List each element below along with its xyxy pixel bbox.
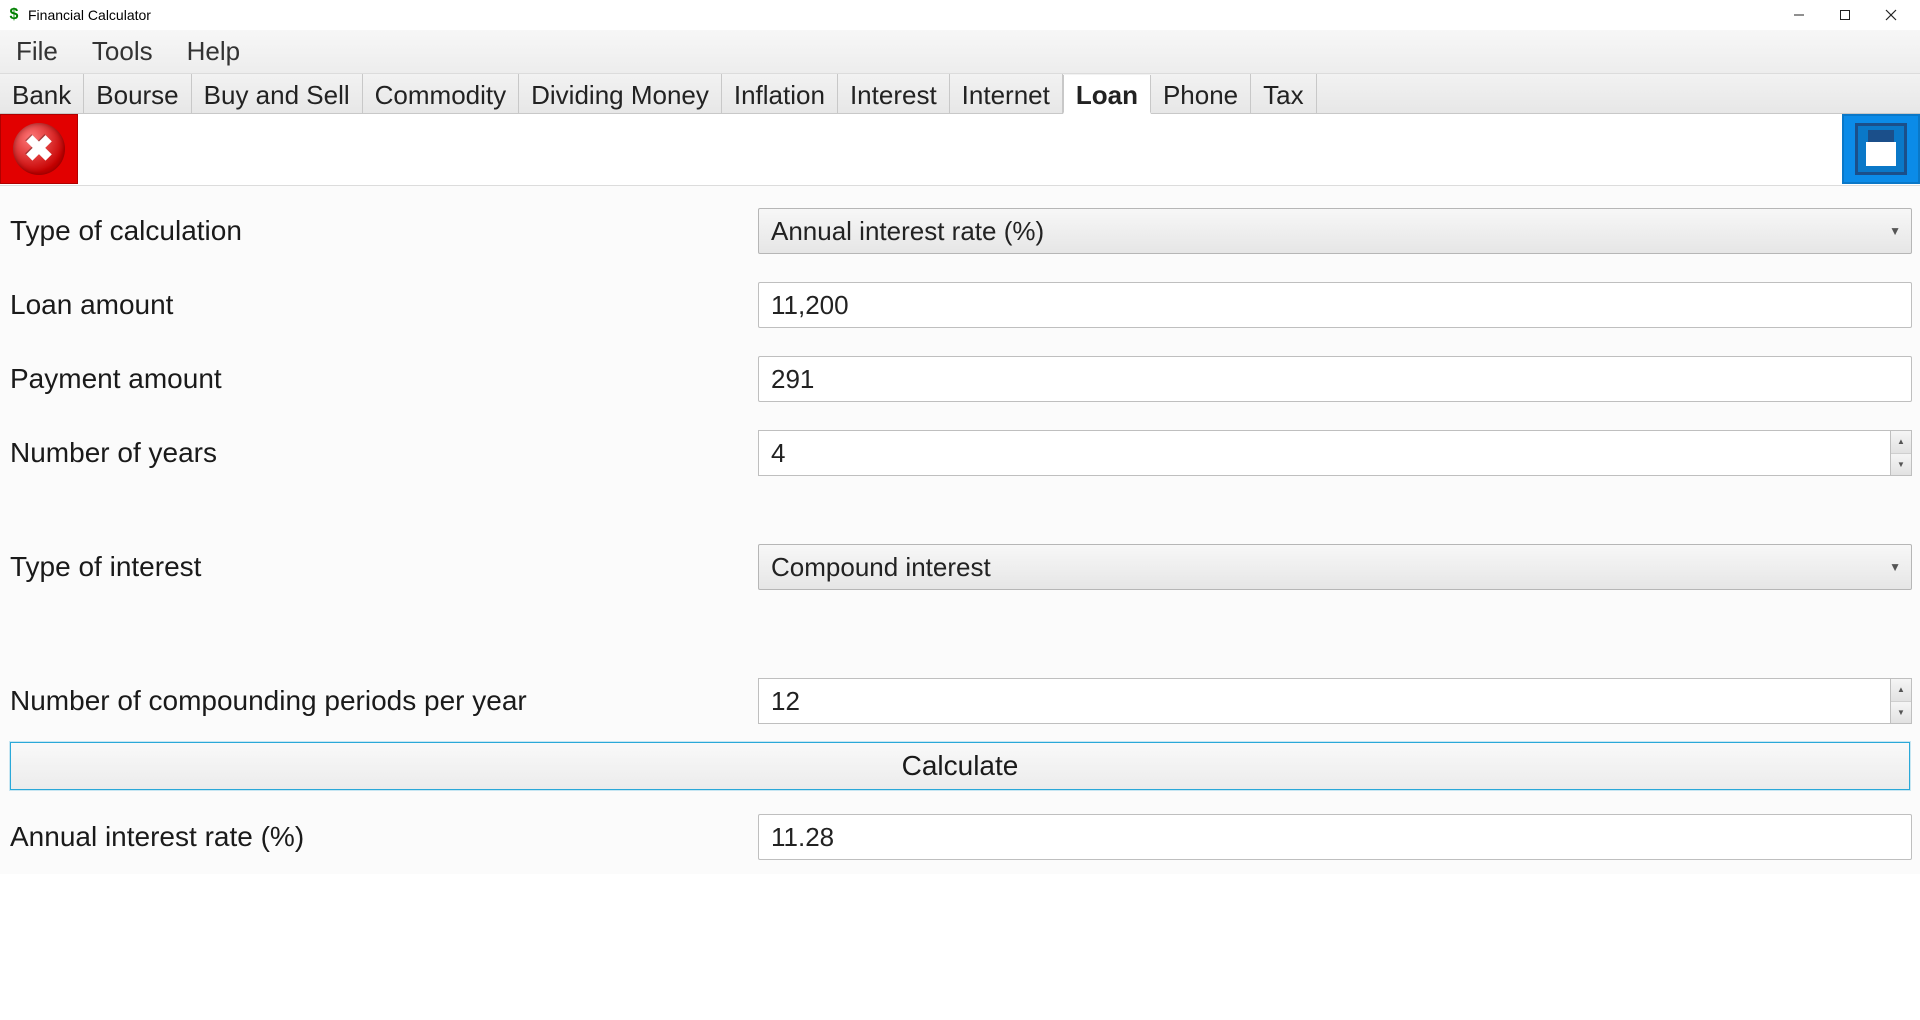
label-type-of-interest: Type of interest: [8, 551, 758, 583]
annual-interest-rate-output[interactable]: [758, 814, 1912, 860]
compounding-periods-input[interactable]: [758, 678, 1890, 724]
tab-bank[interactable]: Bank: [0, 74, 84, 113]
calculate-button[interactable]: Calculate: [10, 742, 1910, 790]
years-step-up[interactable]: ▲: [1891, 431, 1911, 454]
close-window-button[interactable]: [1868, 0, 1914, 30]
type-of-calculation-value: Annual interest rate (%): [771, 216, 1044, 247]
label-annual-interest-rate: Annual interest rate (%): [8, 821, 758, 853]
number-of-years-stepper: ▲ ▼: [1890, 430, 1912, 476]
minimize-button[interactable]: [1776, 0, 1822, 30]
tab-buy-and-sell[interactable]: Buy and Sell: [192, 74, 363, 113]
label-compounding-periods: Number of compounding periods per year: [8, 685, 758, 717]
window-controls: [1776, 0, 1914, 30]
periods-step-down[interactable]: ▼: [1891, 702, 1911, 724]
maximize-button[interactable]: [1822, 0, 1868, 30]
tab-dividing-money[interactable]: Dividing Money: [519, 74, 722, 113]
app-dollar-icon: $: [6, 7, 22, 23]
save-button[interactable]: [1842, 114, 1920, 184]
tab-interest[interactable]: Interest: [838, 74, 950, 113]
label-type-of-calculation: Type of calculation: [8, 215, 758, 247]
chevron-down-icon: ▼: [1889, 224, 1901, 238]
chevron-down-icon: ▼: [1889, 560, 1901, 574]
tab-tax[interactable]: Tax: [1251, 74, 1316, 113]
calculate-label: Calculate: [902, 750, 1019, 782]
periods-step-up[interactable]: ▲: [1891, 679, 1911, 702]
number-of-years-input[interactable]: [758, 430, 1890, 476]
compounding-periods-stepper: ▲ ▼: [1890, 678, 1912, 724]
tab-bourse[interactable]: Bourse: [84, 74, 191, 113]
menu-file[interactable]: File: [10, 34, 64, 69]
spacer: [8, 604, 1912, 664]
loan-amount-input[interactable]: [758, 282, 1912, 328]
tab-loan[interactable]: Loan: [1063, 75, 1151, 114]
years-step-down[interactable]: ▼: [1891, 454, 1911, 476]
tab-commodity[interactable]: Commodity: [363, 74, 519, 113]
payment-amount-input[interactable]: [758, 356, 1912, 402]
titlebar: $ Financial Calculator: [0, 0, 1920, 30]
menubar: File Tools Help: [0, 30, 1920, 74]
label-payment-amount: Payment amount: [8, 363, 758, 395]
type-of-calculation-select[interactable]: Annual interest rate (%) ▼: [758, 208, 1912, 254]
clear-button[interactable]: ✖: [0, 114, 78, 184]
menu-help[interactable]: Help: [181, 34, 246, 69]
floppy-disk-icon: [1855, 123, 1907, 175]
tab-phone[interactable]: Phone: [1151, 74, 1251, 113]
type-of-interest-select[interactable]: Compound interest ▼: [758, 544, 1912, 590]
label-loan-amount: Loan amount: [8, 289, 758, 321]
window-title: Financial Calculator: [28, 7, 151, 23]
type-of-interest-value: Compound interest: [771, 552, 991, 583]
toolbar: ✖: [0, 114, 1920, 186]
label-number-of-years: Number of years: [8, 437, 758, 469]
tab-inflation[interactable]: Inflation: [722, 74, 838, 113]
loan-form: Type of calculation Annual interest rate…: [0, 186, 1920, 874]
menu-tools[interactable]: Tools: [86, 34, 159, 69]
close-circle-icon: ✖: [13, 123, 65, 175]
tab-internet[interactable]: Internet: [950, 74, 1063, 113]
tabbar: Bank Bourse Buy and Sell Commodity Divid…: [0, 74, 1920, 114]
spacer: [8, 490, 1912, 530]
